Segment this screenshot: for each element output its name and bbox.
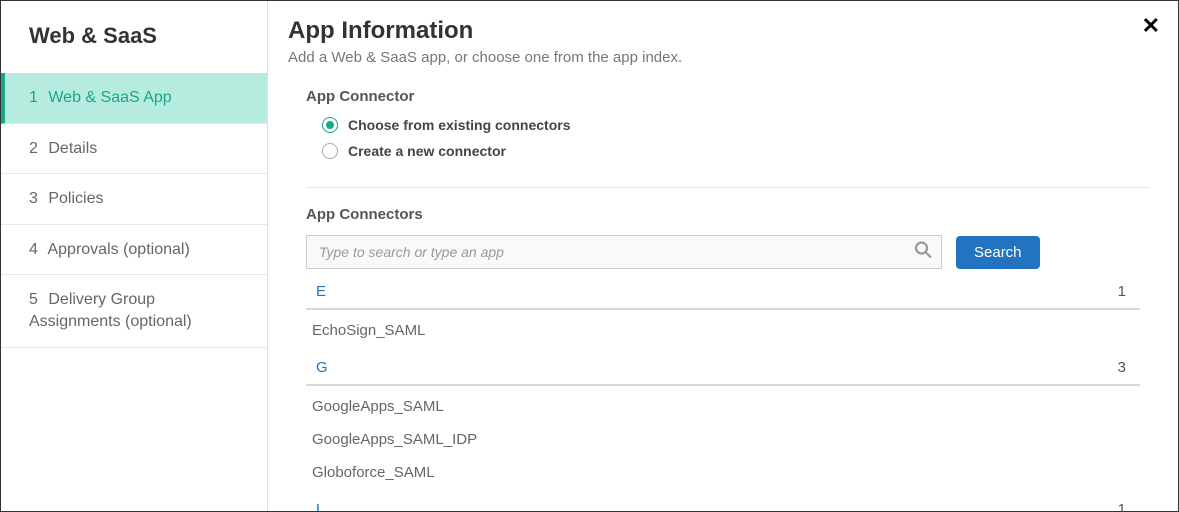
radio-group: Choose from existing connectors Create a… xyxy=(322,117,1150,169)
sidebar-item-websaas-app[interactable]: 1 Web & SaaS App xyxy=(1,73,267,124)
step-number: 5 xyxy=(29,291,38,308)
radio-label: Choose from existing connectors xyxy=(348,117,570,133)
step-label: Details xyxy=(48,140,97,157)
connector-list[interactable]: E 1 EchoSign_SAML G 3 GoogleApps_SAML Go… xyxy=(306,279,1150,511)
radio-choose-existing[interactable]: Choose from existing connectors xyxy=(322,117,1150,133)
group-header-e[interactable]: E 1 xyxy=(306,279,1140,310)
sidebar-item-approvals[interactable]: 4 Approvals (optional) xyxy=(1,225,267,276)
group-count: 3 xyxy=(1118,359,1126,376)
group-header-l[interactable]: L 1 xyxy=(306,493,1140,511)
search-button[interactable]: Search xyxy=(956,236,1040,269)
step-number: 3 xyxy=(29,190,38,207)
search-wrap xyxy=(306,235,942,269)
list-item[interactable]: Globoforce_SAML xyxy=(306,460,1140,493)
group-header-g[interactable]: G 3 xyxy=(306,351,1140,386)
radio-icon xyxy=(322,117,338,133)
sidebar-item-policies[interactable]: 3 Policies xyxy=(1,174,267,225)
step-label: Approvals (optional) xyxy=(47,241,189,258)
search-row: Search xyxy=(306,235,1150,269)
list-item[interactable]: GoogleApps_SAML_IDP xyxy=(306,427,1140,460)
step-number: 1 xyxy=(29,89,38,106)
step-label: Delivery Group Assignments (optional) xyxy=(29,291,192,330)
sidebar-item-details[interactable]: 2 Details xyxy=(1,124,267,175)
list-item[interactable]: GoogleApps_SAML xyxy=(306,386,1140,427)
divider xyxy=(306,187,1150,188)
sidebar-title: Web & SaaS xyxy=(1,1,267,73)
step-label: Policies xyxy=(48,190,103,207)
list-item[interactable]: EchoSign_SAML xyxy=(306,310,1140,351)
main-panel: ✕ App Information Add a Web & SaaS app, … xyxy=(268,1,1178,511)
radio-create-new[interactable]: Create a new connector xyxy=(322,143,1150,159)
sidebar-item-delivery-groups[interactable]: 5 Delivery Group Assignments (optional) xyxy=(1,275,267,347)
search-icon xyxy=(913,240,933,265)
sidebar: Web & SaaS 1 Web & SaaS App 2 Details 3 … xyxy=(1,1,268,511)
group-letter: G xyxy=(316,359,328,376)
group-count: 1 xyxy=(1118,283,1126,300)
app-connector-heading: App Connector xyxy=(306,88,1150,105)
group-count: 1 xyxy=(1118,501,1126,511)
close-icon[interactable]: ✕ xyxy=(1142,15,1160,37)
app-connectors-heading: App Connectors xyxy=(306,206,1150,223)
search-input[interactable] xyxy=(307,236,941,268)
radio-icon xyxy=(322,143,338,159)
page-title: App Information xyxy=(288,17,1150,45)
step-number: 2 xyxy=(29,140,38,157)
group-letter: E xyxy=(316,283,326,300)
step-label: Web & SaaS App xyxy=(48,89,171,106)
radio-label: Create a new connector xyxy=(348,143,506,159)
step-number: 4 xyxy=(29,241,38,258)
group-letter: L xyxy=(316,501,324,511)
page-subtitle: Add a Web & SaaS app, or choose one from… xyxy=(288,49,1150,66)
